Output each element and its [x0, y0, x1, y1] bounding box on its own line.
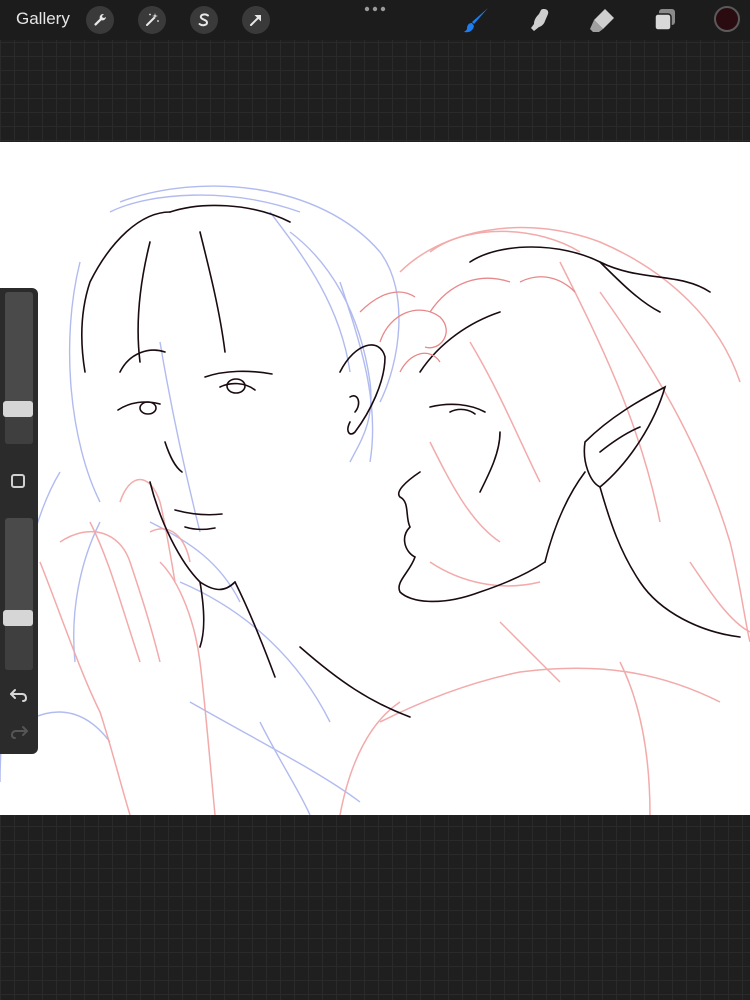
gallery-button[interactable]: Gallery — [16, 9, 70, 29]
opacity-slider[interactable] — [5, 518, 33, 670]
top-toolbar: Gallery — [0, 0, 750, 40]
magic-wand-icon — [146, 13, 159, 26]
redo-icon[interactable] — [9, 721, 29, 741]
opacity-fill — [5, 621, 33, 670]
left-sidebar — [0, 288, 38, 754]
wrench-icon — [94, 14, 106, 26]
brush-icon[interactable] — [462, 5, 492, 35]
actions-button[interactable] — [86, 6, 114, 34]
color-picker-button[interactable] — [714, 6, 740, 32]
pink-sketch-lines — [39, 226, 750, 815]
brush-size-fill — [5, 414, 33, 444]
opacity-thumb[interactable] — [3, 610, 33, 627]
eraser-icon[interactable] — [587, 5, 617, 35]
drawing-canvas[interactable] — [0, 142, 750, 815]
selection-s-icon — [198, 13, 209, 27]
arrow-cursor-icon — [250, 15, 261, 26]
transform-button[interactable] — [242, 6, 270, 34]
smudge-finger-icon[interactable] — [525, 5, 555, 35]
pink-hair-curls — [359, 276, 576, 373]
adjustments-button[interactable] — [138, 6, 166, 34]
blue-sketch-lines — [0, 185, 400, 815]
brush-size-thumb[interactable] — [3, 400, 33, 417]
modify-square-icon[interactable] — [11, 474, 25, 488]
ink-lines — [80, 204, 741, 718]
more-dots-icon[interactable] — [362, 2, 388, 16]
undo-icon[interactable] — [9, 684, 29, 704]
layers-icon[interactable] — [650, 5, 680, 35]
brush-size-slider[interactable] — [5, 292, 33, 444]
sketch-artwork — [0, 185, 750, 815]
selection-button[interactable] — [190, 6, 218, 34]
